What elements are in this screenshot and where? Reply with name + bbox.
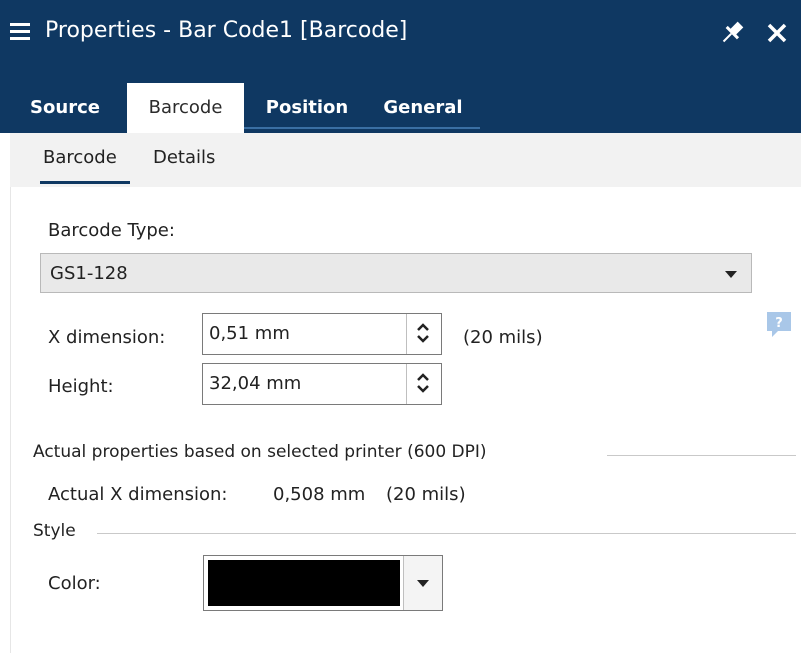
color-label: Color:: [48, 573, 101, 594]
subtab-barcode[interactable]: Barcode: [43, 147, 117, 168]
actual-properties-heading: Actual properties based on selected prin…: [33, 442, 487, 462]
x-dimension-input[interactable]: 0,51 mm: [202, 313, 442, 355]
actual-x-dimension-mils: (20 mils): [386, 484, 466, 505]
actual-x-dimension-label: Actual X dimension:: [48, 484, 228, 505]
hamburger-icon[interactable]: [10, 23, 30, 41]
panel-left-edge: [0, 133, 11, 653]
tab-barcode[interactable]: Barcode: [127, 83, 244, 133]
barcode-type-label: Barcode Type:: [48, 220, 175, 241]
x-dimension-value: 0,51 mm: [209, 323, 290, 344]
tab-general[interactable]: General: [368, 83, 478, 133]
subtab-active-indicator: [40, 181, 130, 184]
help-icon[interactable]: ?: [764, 309, 794, 339]
spin-arrows-icon: [417, 373, 429, 393]
svg-text:?: ?: [775, 316, 783, 331]
group-divider: [97, 533, 796, 534]
group-divider: [607, 455, 796, 456]
chevron-down-icon: [725, 271, 737, 278]
style-heading: Style: [33, 521, 76, 541]
title-bar: Properties - Bar Code1 [Barcode]: [0, 0, 801, 67]
tab-position[interactable]: Position: [252, 83, 362, 133]
actual-x-dimension-value: 0,508 mm: [273, 484, 366, 505]
pin-icon[interactable]: [717, 18, 747, 48]
barcode-type-select[interactable]: GS1-128: [40, 253, 752, 293]
spin-arrows-icon: [417, 323, 429, 343]
tab-bar: Source Barcode Position General: [0, 67, 801, 133]
subtab-details[interactable]: Details: [153, 147, 215, 168]
window-title: Properties - Bar Code1 [Barcode]: [45, 18, 408, 43]
color-picker[interactable]: [203, 555, 443, 611]
chevron-down-icon: [417, 580, 429, 587]
color-dropdown-button[interactable]: [403, 556, 442, 610]
color-swatch[interactable]: [208, 560, 400, 606]
subtab-bar: Barcode Details: [10, 133, 801, 187]
x-dimension-stepper[interactable]: [406, 314, 441, 354]
tab-source[interactable]: Source: [10, 83, 120, 133]
height-label: Height:: [48, 376, 114, 397]
x-dimension-label: X dimension:: [48, 327, 166, 348]
tab-strip-line: [244, 127, 480, 129]
height-value: 32,04 mm: [209, 373, 302, 394]
x-dimension-mils: (20 mils): [463, 327, 543, 348]
close-icon[interactable]: [766, 22, 788, 44]
height-input[interactable]: 32,04 mm: [202, 363, 442, 405]
height-stepper[interactable]: [406, 364, 441, 404]
barcode-type-value: GS1-128: [50, 263, 128, 284]
